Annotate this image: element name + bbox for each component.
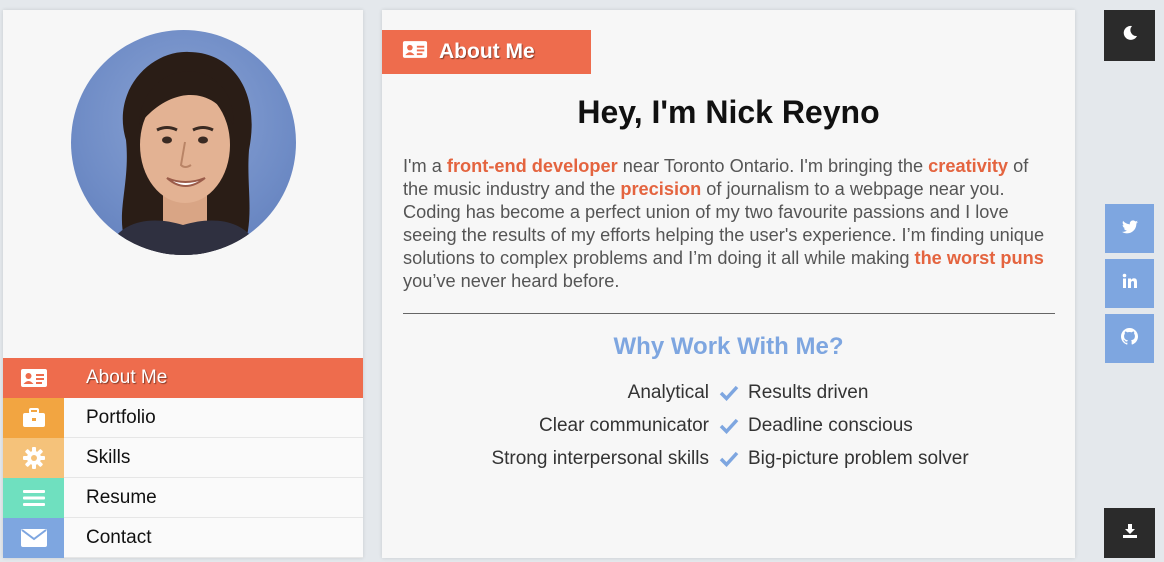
check-icon	[709, 385, 748, 401]
sidebar-item-resume[interactable]: Resume	[3, 477, 363, 518]
linkedin-icon	[1122, 273, 1138, 294]
twitter-link[interactable]	[1105, 204, 1154, 253]
profile-sidebar: About Me Portfolio Skills Resume Contact	[3, 10, 363, 558]
trait-right: Deadline conscious	[748, 414, 913, 436]
bio-highlight: the worst puns	[914, 248, 1044, 268]
bio-highlight: precision	[620, 179, 702, 199]
trait-left: Strong interpersonal skills	[491, 447, 709, 469]
sidebar-item-about-me[interactable]: About Me	[3, 358, 363, 398]
avatar	[71, 30, 296, 255]
trait-right: Big-picture problem solver	[748, 447, 969, 469]
download-resume-button[interactable]	[1104, 508, 1155, 558]
github-icon	[1121, 327, 1138, 350]
check-icon	[709, 451, 748, 467]
trait-left: Analytical	[627, 381, 709, 403]
linkedin-link[interactable]	[1105, 259, 1154, 308]
sidebar-item-label: Contact	[86, 526, 152, 548]
bio-highlight: front-end developer	[446, 156, 618, 176]
divider	[403, 313, 1055, 314]
download-icon	[1122, 523, 1137, 543]
bio-text: near Toronto Ontario. I'm bringing the	[617, 156, 929, 176]
about-me-panel: About Me Hey, I'm Nick Reyno I'm a front…	[382, 10, 1075, 558]
section-header: About Me	[382, 30, 591, 74]
theme-toggle-button[interactable]	[1104, 10, 1155, 61]
sidebar-item-label: About Me	[86, 367, 168, 388]
id-card-icon	[3, 358, 64, 398]
sidebar-item-label: Portfolio	[86, 406, 156, 428]
trait-row: Strong interpersonal skills Big-picture …	[382, 442, 1075, 475]
why-heading: Why Work With Me?	[613, 333, 844, 360]
page-title: Hey, I'm Nick Reyno	[577, 94, 880, 130]
bio-paragraph: I'm a front-end developer near Toronto O…	[403, 155, 1058, 293]
twitter-icon	[1121, 219, 1138, 239]
moon-icon	[1122, 25, 1138, 46]
sidebar-item-label: Skills	[86, 446, 131, 468]
bio-text: you’ve never heard before.	[403, 271, 620, 291]
sidebar-item-label: Resume	[86, 486, 157, 508]
id-card-icon	[402, 40, 428, 64]
traits-list: Analytical Results driven Clear communic…	[382, 376, 1075, 475]
bio-text: I'm a	[403, 156, 447, 176]
sidebar-nav: About Me Portfolio Skills Resume Contact	[3, 358, 363, 558]
trait-row: Clear communicator Deadline conscious	[382, 409, 1075, 442]
envelope-icon	[3, 517, 64, 558]
section-title: About Me	[439, 40, 535, 63]
check-icon	[709, 418, 748, 434]
github-link[interactable]	[1105, 314, 1154, 363]
sidebar-item-portfolio[interactable]: Portfolio	[3, 397, 363, 438]
sidebar-item-contact[interactable]: Contact	[3, 517, 363, 558]
briefcase-icon	[3, 397, 64, 438]
gear-icon	[3, 437, 64, 478]
trait-left: Clear communicator	[539, 414, 709, 436]
trait-row: Analytical Results driven	[382, 376, 1075, 409]
bio-highlight: creativity	[928, 156, 1009, 176]
sidebar-item-skills[interactable]: Skills	[3, 437, 363, 478]
trait-right: Results driven	[748, 381, 869, 403]
list-icon	[3, 477, 64, 518]
